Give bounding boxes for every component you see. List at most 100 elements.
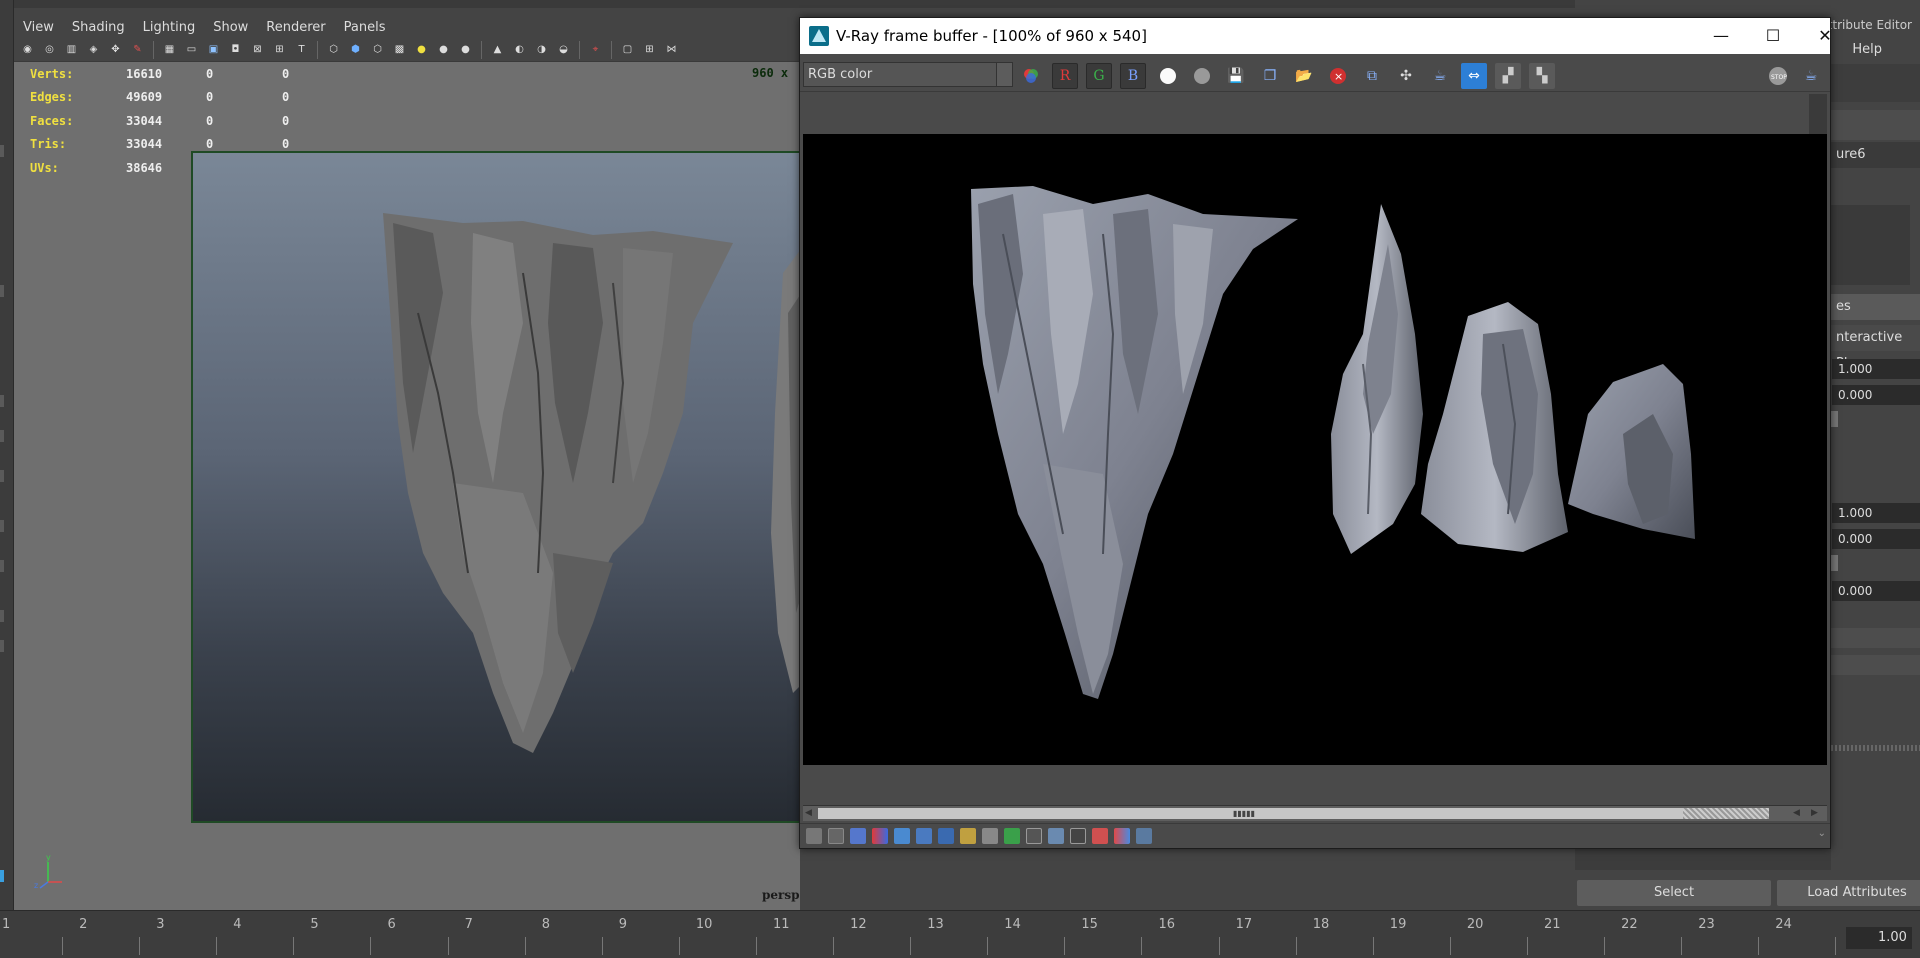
frame-number: 5: [310, 917, 319, 932]
pixel-aspect-icon[interactable]: [982, 828, 998, 844]
wireframe-on-shaded-icon[interactable]: ⬡: [368, 40, 387, 59]
slider-handle[interactable]: [1830, 555, 1838, 571]
frame-number: 20: [1466, 917, 1484, 932]
levels-icon[interactable]: [894, 828, 910, 844]
open-folder-icon[interactable]: 📂: [1291, 63, 1317, 89]
save-icon[interactable]: 💾: [1223, 63, 1249, 89]
safe-action-icon[interactable]: ⊞: [270, 40, 289, 59]
blue-channel-button[interactable]: B: [1120, 63, 1146, 89]
time-slider[interactable]: 1.00 1 2 3 4 5 6 7 8 9 10 11 12 13 14 15 16 17 18 19 20 21 22…: [0, 910, 1920, 958]
curves-icon[interactable]: [916, 828, 932, 844]
exposure-icon[interactable]: [960, 828, 976, 844]
menu-lighting[interactable]: Lighting: [134, 20, 205, 35]
slider-handle[interactable]: [1830, 411, 1838, 427]
camera-attr-icon[interactable]: ◎: [40, 40, 59, 59]
frame-tick: [1141, 937, 1143, 955]
stop-render-button[interactable]: STOP: [1765, 63, 1791, 89]
shadows-icon[interactable]: ●: [434, 40, 453, 59]
vertical-compare-icon[interactable]: [1092, 828, 1108, 844]
interactive-placement-button[interactable]: nteractive Place: [1830, 325, 1920, 371]
isolate-select-icon[interactable]: ▲: [488, 40, 507, 59]
menu-show[interactable]: Show: [204, 20, 257, 35]
two-d-pan-icon[interactable]: ✥: [106, 40, 125, 59]
camera-select-icon[interactable]: ◉: [18, 40, 37, 59]
region-render-icon[interactable]: ⇔: [1461, 63, 1487, 89]
ae-field-5[interactable]: 0.000: [1832, 581, 1920, 601]
safe-title-icon[interactable]: T: [292, 40, 311, 59]
lut-icon[interactable]: [1004, 828, 1020, 844]
link-to-vfb-icon[interactable]: ▞: [1495, 63, 1521, 89]
collapse-icon[interactable]: ⌄: [1818, 828, 1826, 839]
clear-image-icon[interactable]: ×: [1325, 63, 1351, 89]
ae-field-4[interactable]: 0.000: [1832, 529, 1920, 549]
render-last-icon[interactable]: ▚: [1529, 63, 1555, 89]
srgb-icon[interactable]: [1048, 828, 1064, 844]
red-channel-button[interactable]: R: [1052, 63, 1078, 89]
menu-panels[interactable]: Panels: [335, 20, 395, 35]
add-icon[interactable]: [1136, 828, 1152, 844]
scroll-right-icon[interactable]: ▶: [1811, 808, 1818, 818]
menu-view[interactable]: View: [14, 20, 63, 35]
section-header[interactable]: es: [1830, 294, 1920, 320]
ab-compare-icon[interactable]: [1114, 828, 1130, 844]
wireframe-icon[interactable]: ⬡: [324, 40, 343, 59]
select-camera-icon[interactable]: ⌖: [586, 40, 605, 59]
color-channels-icon[interactable]: [1018, 63, 1044, 89]
select-button[interactable]: Select: [1577, 880, 1771, 906]
xray-icon[interactable]: ◐: [510, 40, 529, 59]
ae-field-2[interactable]: 0.000: [1832, 385, 1920, 405]
green-channel-button[interactable]: G: [1086, 63, 1112, 89]
maximize-button[interactable]: ☐: [1750, 18, 1796, 52]
current-frame-field[interactable]: 1.00: [1846, 927, 1912, 949]
scroll-left-end-icon[interactable]: ◀: [1793, 808, 1800, 818]
xray-active-icon[interactable]: ◒: [554, 40, 573, 59]
grease-pencil-icon[interactable]: ✎: [128, 40, 147, 59]
history-icon[interactable]: [806, 828, 822, 844]
horizontal-compare-icon[interactable]: [1070, 828, 1086, 844]
duplicate-to-vfb-icon[interactable]: ⧉: [1359, 63, 1385, 89]
ambient-occlusion-icon[interactable]: ●: [456, 40, 475, 59]
resolution-gate-icon[interactable]: ▣: [204, 40, 223, 59]
ae-field-1[interactable]: 1.000: [1832, 359, 1920, 379]
share-icon[interactable]: ⋈: [662, 40, 681, 59]
lighting-icon[interactable]: ●: [412, 40, 431, 59]
close-button[interactable]: ✕: [1802, 18, 1848, 52]
four-view-icon[interactable]: ⊞: [640, 40, 659, 59]
track-mouse-icon[interactable]: ✣: [1393, 63, 1419, 89]
image-plane-icon[interactable]: ◈: [84, 40, 103, 59]
smooth-shade-icon[interactable]: ⬢: [346, 40, 365, 59]
save-all-icon[interactable]: ❐: [1257, 63, 1283, 89]
single-view-icon[interactable]: ▢: [618, 40, 637, 59]
xray-joints-icon[interactable]: ◑: [532, 40, 551, 59]
ae-field-3[interactable]: 1.000: [1832, 503, 1920, 523]
menu-renderer[interactable]: Renderer: [257, 20, 334, 35]
node-name-field[interactable]: ure6: [1830, 142, 1920, 168]
vertical-scrollbar[interactable]: [1809, 94, 1827, 134]
textured-icon[interactable]: ▩: [390, 40, 409, 59]
info-icon[interactable]: [850, 828, 866, 844]
vfb-image-area[interactable]: [803, 94, 1827, 782]
lens-effects-icon[interactable]: [828, 828, 844, 844]
gate-mask-icon[interactable]: ◘: [226, 40, 245, 59]
scroll-left-icon[interactable]: ◀: [805, 808, 812, 818]
color-correction-icon[interactable]: [872, 828, 888, 844]
render-teapot-icon[interactable]: ☕: [1427, 63, 1453, 89]
load-attributes-button[interactable]: Load Attributes: [1777, 880, 1920, 906]
horizontal-scrollbar[interactable]: ▮▮▮▮▮ ◀ ◀ ▶: [803, 805, 1827, 821]
channel-select[interactable]: RGB color: [803, 62, 1013, 87]
histogram-icon[interactable]: [938, 828, 954, 844]
viewport-persp[interactable]: Verts: 16610 0 0 Edges: 49609 0 0 Faces:…: [14, 62, 800, 910]
minimize-button[interactable]: —: [1698, 18, 1744, 52]
menu-shading[interactable]: Shading: [63, 20, 134, 35]
film-gate-icon[interactable]: ▭: [182, 40, 201, 59]
bookmark-icon[interactable]: ▥: [62, 40, 81, 59]
grid-icon[interactable]: ▦: [160, 40, 179, 59]
interactive-render-icon[interactable]: ☕: [1798, 63, 1824, 89]
field-chart-icon[interactable]: ⊠: [248, 40, 267, 59]
vfb-titlebar[interactable]: V-Ray frame buffer - [100% of 960 x 540]…: [800, 18, 1832, 54]
compare-icon[interactable]: [1026, 828, 1042, 844]
scrollbar-thumb[interactable]: [818, 808, 1696, 819]
alpha-white-icon[interactable]: [1155, 63, 1181, 89]
ae-menu-help[interactable]: Help: [1852, 42, 1882, 57]
mono-icon[interactable]: [1189, 63, 1215, 89]
